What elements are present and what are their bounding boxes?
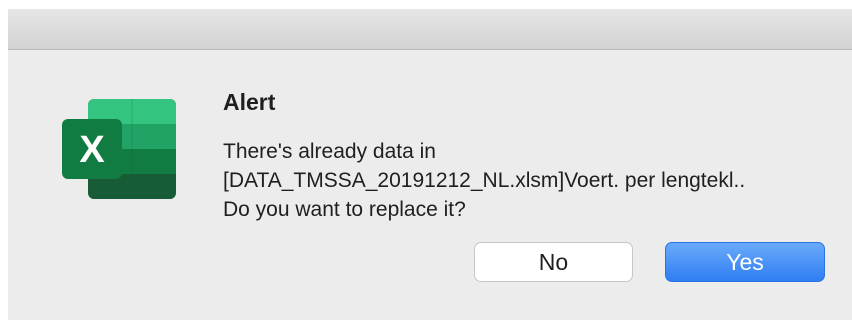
alert-dialog: X Alert There's already data in [DATA_TM… bbox=[8, 9, 852, 320]
no-button[interactable]: No bbox=[474, 242, 633, 282]
message-line: Do you want to replace it? bbox=[223, 198, 466, 221]
window-titlebar[interactable] bbox=[8, 9, 852, 50]
message-line: There's already data in bbox=[223, 140, 436, 163]
alert-message: There's already data in [DATA_TMSSA_2019… bbox=[223, 137, 843, 224]
message-line: [DATA_TMSSA_20191212_NL.xlsm]Voert. per … bbox=[223, 169, 746, 192]
excel-icon: X bbox=[60, 97, 178, 201]
yes-button[interactable]: Yes bbox=[665, 242, 825, 282]
alert-title: Alert bbox=[223, 89, 276, 115]
svg-text:X: X bbox=[79, 129, 105, 171]
